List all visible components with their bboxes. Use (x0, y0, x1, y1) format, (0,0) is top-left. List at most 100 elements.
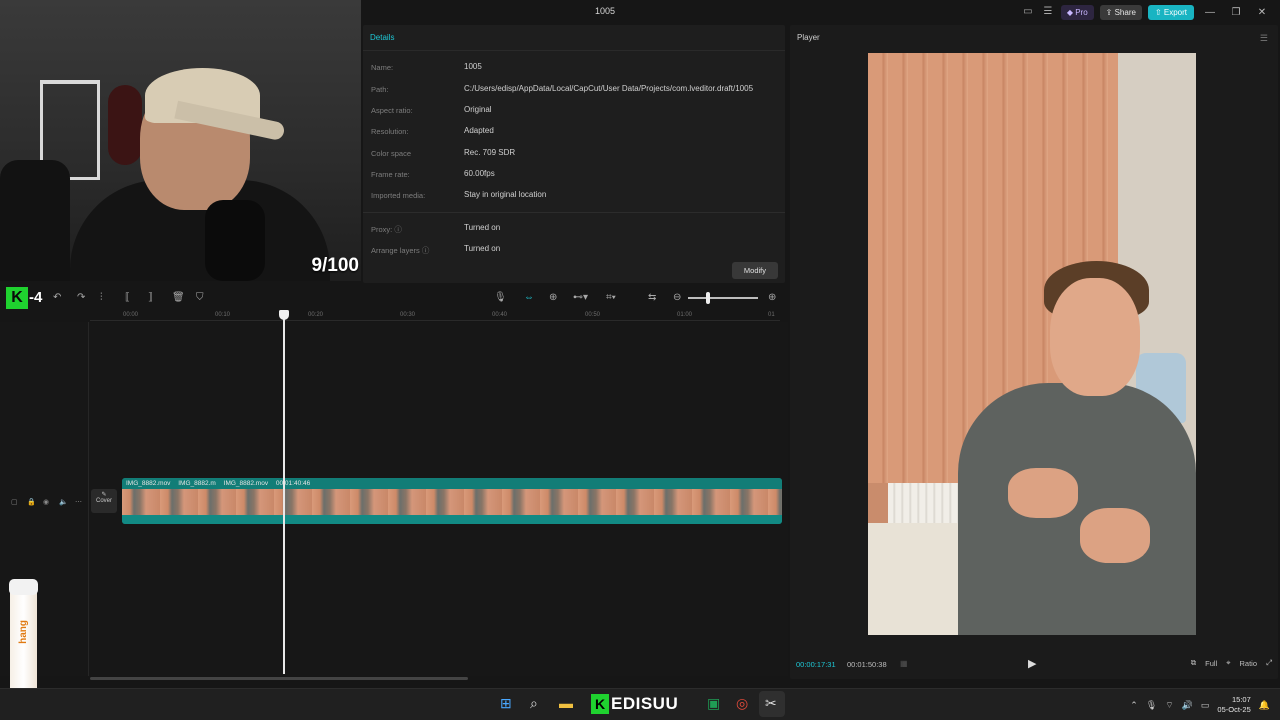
track-header-divider (88, 322, 89, 676)
export-button[interactable]: ⇧ Export (1147, 4, 1194, 20)
track-frame-icon[interactable]: ▢ (11, 498, 18, 506)
detail-value-colorspace: Rec. 709 SDR (464, 148, 516, 157)
video-preview[interactable] (868, 53, 1196, 635)
preview-axis-icon[interactable]: ⌗▾ (606, 292, 616, 303)
zoom-out-icon[interactable]: ⊖ (673, 292, 681, 303)
eye-icon[interactable]: ◉ (43, 498, 49, 506)
detail-value-proxy: Turned on (464, 223, 501, 232)
speaker-icon[interactable]: 🔈 (59, 498, 68, 506)
trim-left-icon[interactable]: ⟦ (125, 292, 130, 303)
search-icon[interactable]: ⌕ (530, 695, 538, 712)
lock-icon[interactable]: 🔒 (27, 498, 36, 506)
clip-name: IMG_8882.mov (126, 480, 171, 487)
wifi-icon[interactable]: ⌔ (1165, 700, 1173, 711)
chrome-icon[interactable]: ◎ (736, 695, 748, 712)
grid-icon[interactable]: ▦ (900, 659, 908, 668)
zoom-slider[interactable] (688, 297, 758, 299)
mic-tray-icon[interactable]: 🎙 (1146, 700, 1157, 711)
clock-time: 15:07 (1232, 695, 1251, 704)
fit-icon[interactable]: ⇆ (648, 292, 656, 303)
snapshot-icon[interactable]: ⧉ (1191, 658, 1196, 668)
microphone-icon[interactable]: 🎙 (494, 292, 507, 303)
zoom-in-icon[interactable]: ⊕ (768, 292, 776, 303)
chevron-up-icon[interactable]: ⌃ (1130, 700, 1138, 711)
volume-icon[interactable]: 🔊 (1182, 700, 1193, 711)
details-panel: Details Name: 1005 Path: C:/Users/edisp/… (363, 25, 785, 283)
focus-icon[interactable]: ⌖ (1226, 658, 1230, 668)
capcut-icon[interactable]: ✂ (765, 695, 777, 712)
clip-audio-strip (122, 515, 782, 524)
ruler-tick: 00:50 (585, 312, 601, 318)
redo-icon[interactable]: ↷ (77, 292, 85, 303)
menu-icon[interactable]: ☰ (1260, 33, 1268, 44)
playhead[interactable] (283, 312, 285, 674)
detail-label-colorspace: Color space (371, 149, 412, 158)
more-icon[interactable]: ⋯ (75, 498, 82, 506)
battery-icon[interactable]: ▭ (1201, 700, 1210, 711)
video-person-head (1050, 278, 1140, 396)
undo-icon[interactable]: ↶ (53, 292, 61, 303)
minimize-icon[interactable]: — (1200, 7, 1220, 18)
layout-icon[interactable]: ▭ (1021, 6, 1035, 18)
player-controls: 00:00:17:31 00:01:50:38 ▦ ▶ ⧉ Full ⌖ Rat… (790, 649, 1278, 679)
play-icon[interactable]: ▶ (1028, 657, 1036, 670)
file-explorer-icon[interactable]: ▬ (559, 695, 573, 711)
clip-name: IMG_8882.mov (223, 480, 269, 487)
cover-label: Cover (95, 498, 112, 504)
clip-duration: 00:01:40:46 (275, 480, 311, 487)
zoom-slider-knob[interactable] (706, 292, 710, 304)
screen: 9/100 1005 ▭ ☰ ◆ Pro ⇪ Share ⇧ Export — … (0, 0, 1280, 720)
title-bar: 1005 ▭ ☰ ◆ Pro ⇪ Share ⇧ Export — ❐ ✕ (361, 0, 1280, 24)
ruler-tick: 00:30 (400, 312, 416, 318)
delete-icon[interactable]: 🗑 (172, 292, 185, 303)
clip-name: IMG_8882.m (178, 480, 216, 487)
details-header: Details (363, 25, 785, 51)
excel-icon[interactable]: ▣ (707, 695, 720, 712)
share-label: Share (1114, 7, 1136, 17)
pro-button[interactable]: ◆ Pro (1060, 4, 1094, 20)
notification-icon[interactable]: 🔔 (1259, 700, 1270, 711)
close-icon[interactable]: ✕ (1252, 7, 1272, 18)
detail-value-path: C:/Users/edisp/AppData/Local/CapCut/User… (464, 84, 754, 93)
video-clip[interactable]: IMG_8882.mov IMG_8882.m IMG_8882.mov 00:… (122, 478, 782, 524)
share-button[interactable]: ⇪ Share (1099, 4, 1142, 20)
linkage-icon[interactable]: ⊷▾ (573, 292, 588, 303)
player-header: Player (797, 33, 820, 42)
proxy-label-text: Proxy: (371, 225, 393, 234)
ruler-tick: 00:20 (308, 312, 324, 318)
info-icon[interactable]: ⓘ (422, 246, 430, 255)
main-track-header: ▢ 🔒 ◉ 🔈 ⋯ (0, 478, 88, 526)
player-right-controls: ⧉ Full ⌖ Ratio ⤢ (1191, 658, 1272, 668)
restore-icon[interactable]: ❐ (1226, 7, 1246, 18)
shortcuts-icon[interactable]: ☰ (1041, 6, 1055, 18)
ratio-button[interactable]: Ratio (1239, 659, 1257, 668)
split-icon[interactable]: ⫶ (100, 292, 103, 303)
timeline-scrollbar[interactable] (90, 677, 468, 680)
windows-start-icon[interactable]: ⊞ (500, 695, 512, 712)
detail-label-path: Path: (371, 85, 389, 94)
playhead-handle[interactable] (279, 310, 289, 320)
title-bar-actions: ▭ ☰ ◆ Pro ⇪ Share ⇧ Export — ❐ ✕ (1021, 2, 1280, 22)
arrange-label-text: Arrange layers (371, 246, 420, 255)
full-quality-button[interactable]: Full (1205, 659, 1217, 668)
brand-name: EDISUU (611, 694, 679, 713)
modify-button[interactable]: Modify (731, 262, 778, 279)
video-person-torso (958, 383, 1196, 635)
info-icon[interactable]: ⓘ (394, 225, 402, 234)
link-icon[interactable]: ⇔ (524, 292, 534, 303)
clock[interactable]: 15:07 05-Oct-25 (1217, 695, 1250, 715)
detail-value-framerate: 60.00fps (464, 169, 495, 178)
edit-icon: ✎ (101, 492, 107, 498)
webcam-chair (0, 160, 70, 281)
shield-icon[interactable]: ⛉ (196, 292, 204, 303)
timeline-ruler[interactable]: 00:00 00:10 00:20 00:30 00:40 00:50 01:0… (90, 309, 780, 321)
video-person-hand-left (1008, 468, 1078, 518)
cover-button[interactable]: ✎ Cover (91, 489, 117, 513)
brand-k: K (591, 694, 609, 714)
fullscreen-icon[interactable]: ⤢ (1266, 658, 1272, 668)
timeline-toolbar: K -4 ↶ ↷ ⫶ ⟦ ⟧ 🗑 ⛉ 🎙 ⇔ ⊕ ⊷▾ ⌗▾ ⇆ ⊖ ⊕ (0, 287, 788, 309)
ruler-tick: 01:00 (677, 312, 693, 318)
detail-value-aspect: Original (464, 105, 492, 114)
trim-right-icon[interactable]: ⟧ (148, 292, 153, 303)
magnet-icon[interactable]: ⊕ (549, 292, 557, 303)
